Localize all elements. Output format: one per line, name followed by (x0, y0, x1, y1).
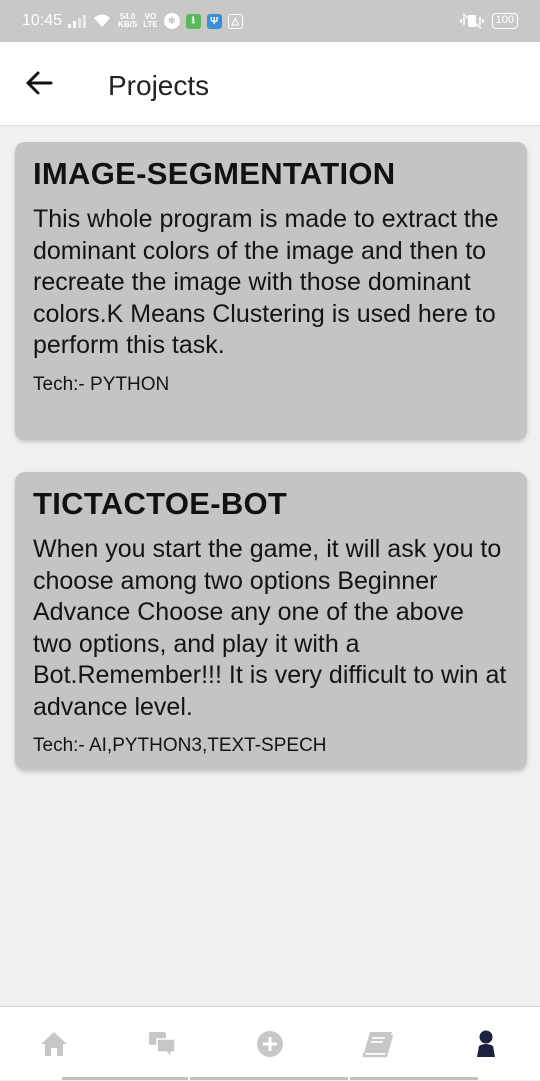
status-time: 10:45 (22, 12, 63, 29)
back-button[interactable] (22, 66, 56, 100)
nav-chat[interactable] (108, 1007, 216, 1081)
download-icon: ⭳ (185, 13, 201, 29)
volte-indicator: VO LTE (143, 13, 158, 29)
arrow-left-icon (26, 71, 53, 95)
vibrate-icon (459, 13, 484, 29)
battery-icon: 100 (491, 13, 518, 29)
wifi-icon (94, 14, 111, 27)
volte-bottom: LTE (143, 20, 158, 29)
usb-icon: Ψ (206, 13, 222, 29)
home-icon (41, 1032, 67, 1056)
person-icon (477, 1030, 495, 1057)
signal-icon (68, 14, 87, 28)
book-icon (362, 1032, 394, 1058)
nav-profile[interactable] (432, 1007, 540, 1081)
project-description: When you start the game, it will ask you… (33, 535, 507, 721)
status-right: 100 (459, 13, 518, 29)
nav-indicator-bar (0, 1076, 540, 1080)
tethering-icon: △ (227, 13, 243, 29)
project-card[interactable]: TICTACTOE-BOT When you start the game, i… (15, 472, 527, 770)
add-circle-icon (257, 1031, 283, 1057)
nav-add[interactable] (216, 1007, 324, 1081)
project-description: This whole program is made to extract th… (33, 205, 499, 359)
bottom-nav (0, 1006, 540, 1080)
project-tech: Tech:- AI,PYTHON3,TEXT-SPECH (33, 735, 327, 756)
status-left: 10:45 54.0 KB/S VO LTE ✱ ⭳ Ψ △ (22, 12, 243, 30)
nav-library[interactable] (324, 1007, 432, 1081)
status-bar: 10:45 54.0 KB/S VO LTE ✱ ⭳ Ψ △ 100 (0, 0, 540, 42)
page-title: Projects (108, 70, 210, 101)
net-speed: 54.0 KB/S (118, 13, 137, 29)
project-tech: Tech:- PYTHON (33, 373, 170, 395)
project-card[interactable]: IMAGE-SEGMENTATION This whole program is… (15, 142, 527, 440)
bluetooth-icon: ✱ (163, 13, 180, 29)
net-speed-unit: KB/S (118, 20, 138, 29)
project-title: TICTACTOE-BOT (33, 486, 288, 521)
nav-home[interactable] (0, 1007, 108, 1081)
project-title: IMAGE-SEGMENTATION (33, 156, 396, 191)
app-bar: Projects (0, 42, 540, 126)
chat-icon (149, 1032, 176, 1059)
